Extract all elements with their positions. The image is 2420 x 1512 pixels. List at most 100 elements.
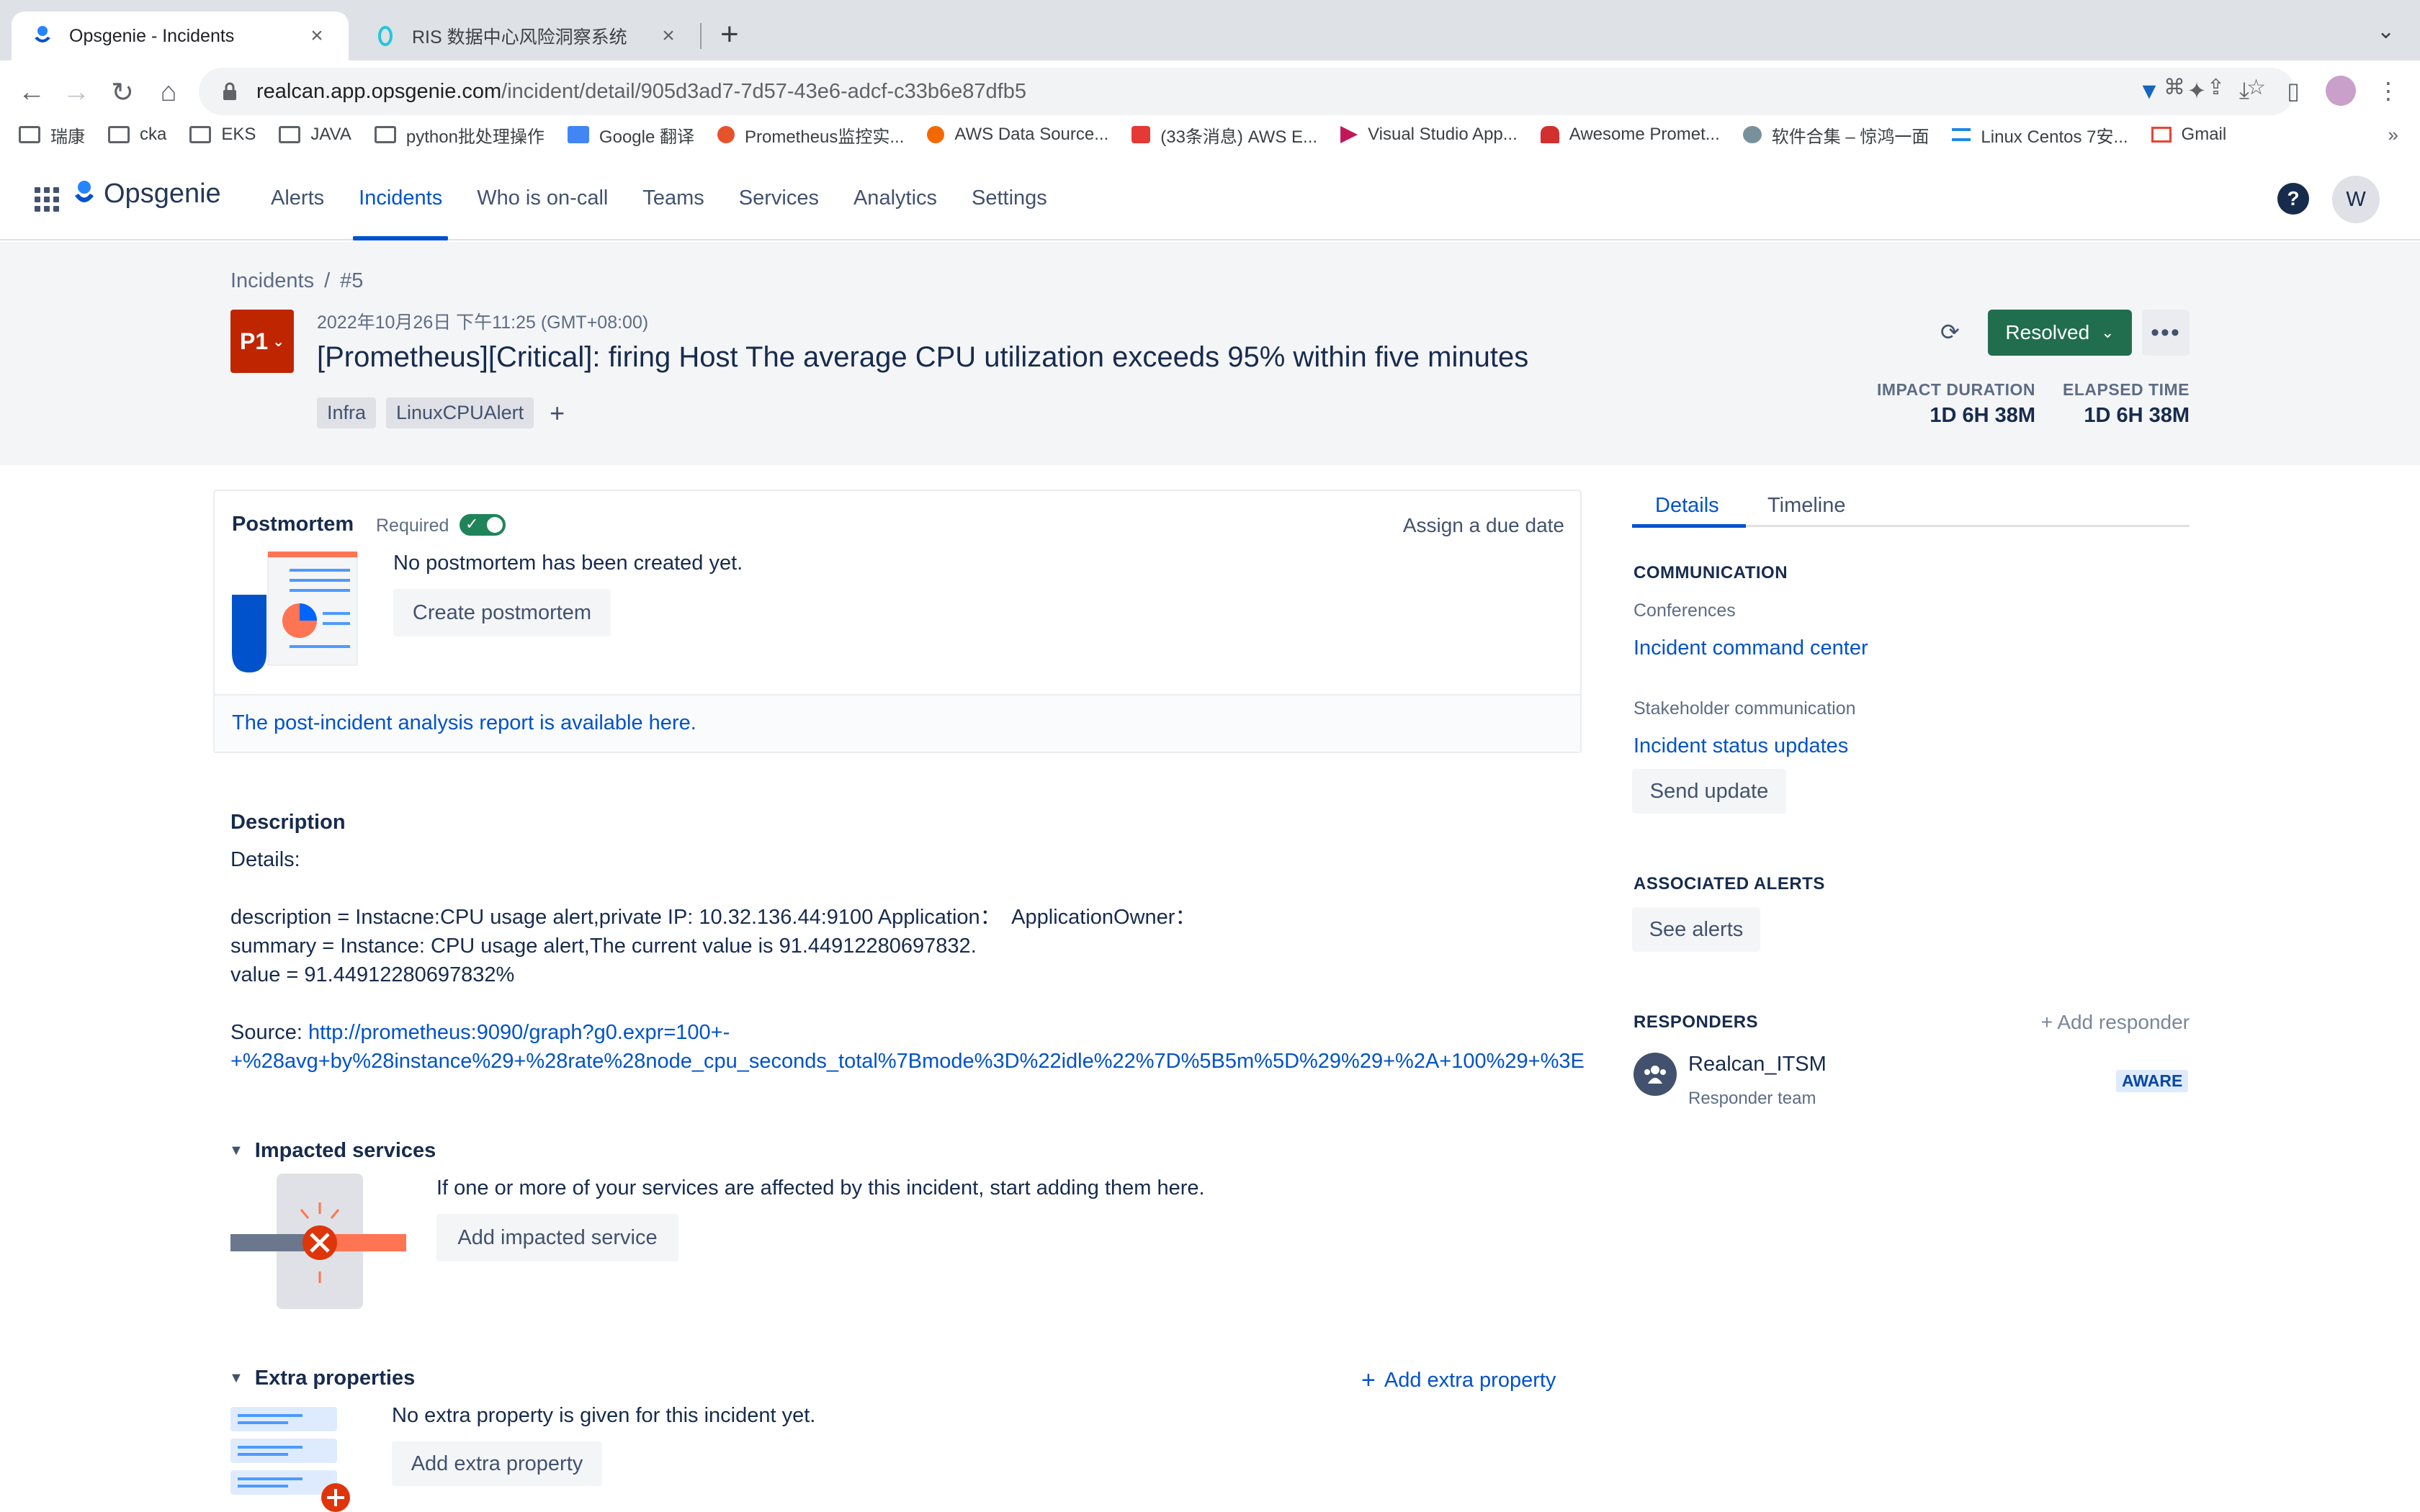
side-panel-icon[interactable]: ▯ bbox=[2272, 69, 2315, 112]
profile-avatar-icon[interactable] bbox=[2319, 69, 2362, 112]
source-link-continued[interactable]: +%28avg+by%28instance%29+%28rate%28node_… bbox=[230, 1050, 1585, 1073]
nav-teams[interactable]: Teams bbox=[625, 156, 721, 240]
more-actions-icon[interactable]: ••• bbox=[2142, 310, 2190, 356]
responder-name[interactable]: Realcan_ITSM bbox=[1688, 1053, 1827, 1076]
tab-search-chevron-icon[interactable]: ⌄ bbox=[2377, 19, 2395, 44]
postmortem-empty-message: No postmortem has been created yet. bbox=[393, 552, 743, 575]
reload-icon[interactable]: ↻ bbox=[101, 71, 144, 114]
postmortem-illustration bbox=[232, 551, 362, 674]
bookmark-item[interactable]: Visual Studio App... bbox=[1340, 125, 1518, 145]
elapsed-time: ELAPSED TIME 1D 6H 38M bbox=[2057, 380, 2190, 428]
active-tab-indicator bbox=[1632, 524, 1746, 528]
browser-menu-icon[interactable]: ⋮ bbox=[2367, 69, 2410, 112]
chevron-down-icon: ▼ bbox=[229, 1143, 243, 1158]
extra-properties-title: Extra properties bbox=[254, 1367, 416, 1390]
analysis-report-link[interactable]: The post-incident analysis report is ava… bbox=[232, 711, 696, 735]
impacted-services-toggle[interactable]: ▼ Impacted services bbox=[229, 1139, 436, 1163]
impact-duration-value: 1D 6H 38M bbox=[1930, 404, 2035, 427]
nav-settings[interactable]: Settings bbox=[954, 156, 1065, 240]
tab-details[interactable]: Details bbox=[1655, 494, 1719, 518]
nav-services[interactable]: Services bbox=[722, 156, 836, 240]
refresh-icon[interactable]: ⟳ bbox=[1940, 318, 1960, 346]
source-link[interactable]: http://prometheus:9090/graph?g0.expr=100… bbox=[308, 1021, 730, 1044]
folder-icon bbox=[108, 126, 130, 143]
bookmark-item[interactable]: AWS Data Source... bbox=[927, 125, 1108, 145]
back-icon[interactable]: ← bbox=[10, 71, 53, 114]
folder-icon bbox=[279, 126, 301, 143]
stakeholder-communication-label: Stakeholder communication bbox=[1634, 698, 1856, 719]
bookmark-item[interactable]: 瑞康 bbox=[19, 122, 85, 148]
address-bar[interactable]: realcan.app.opsgenie.com/incident/detail… bbox=[199, 68, 2295, 115]
send-update-button[interactable]: Send update bbox=[1632, 769, 1786, 814]
incident-command-center-link[interactable]: Incident command center bbox=[1634, 636, 1868, 660]
nav-who-is-on-call[interactable]: Who is on-call bbox=[460, 156, 625, 240]
create-postmortem-button[interactable]: Create postmortem bbox=[393, 589, 611, 636]
google-translate-icon bbox=[567, 126, 589, 143]
postmortem-footer: The post-incident analysis report is ava… bbox=[215, 694, 1580, 752]
extra-properties-toggle[interactable]: ▼ Extra properties bbox=[229, 1367, 415, 1390]
add-extra-property-link[interactable]: + Add extra property bbox=[1361, 1367, 1556, 1395]
nav-incidents[interactable]: Incidents bbox=[341, 156, 460, 240]
bookmark-item[interactable]: EKS bbox=[189, 125, 256, 145]
impact-duration: IMPACT DURATION 1D 6H 38M bbox=[1868, 380, 2035, 428]
extensions-puzzle-icon[interactable]: ✦ bbox=[2175, 69, 2218, 112]
bookmark-item[interactable]: Linux Centos 7安... bbox=[1952, 122, 2128, 148]
breadcrumb-incidents[interactable]: Incidents bbox=[230, 269, 314, 292]
sidebar-tabs: Details Timeline bbox=[1632, 490, 2190, 528]
tab-close-icon[interactable]: × bbox=[657, 24, 680, 48]
main-nav: Alerts Incidents Who is on-call Teams Se… bbox=[254, 156, 1065, 240]
breadcrumb-incident-id[interactable]: #5 bbox=[340, 269, 363, 292]
visual-studio-icon bbox=[1340, 126, 1358, 143]
tag-chip[interactable]: LinuxCPUAlert bbox=[386, 397, 534, 428]
nav-alerts[interactable]: Alerts bbox=[254, 156, 341, 240]
tab-title: Opsgenie - Incidents bbox=[69, 25, 235, 46]
bookmark-item[interactable]: 软件合集 – 惊鸿一面 bbox=[1742, 122, 1929, 148]
help-icon[interactable]: ? bbox=[2277, 183, 2309, 215]
home-icon[interactable]: ⌂ bbox=[147, 71, 190, 114]
bookmark-item[interactable]: Prometheus监控实... bbox=[717, 122, 904, 148]
browser-tab-ris[interactable]: RIS 数据中心风险洞察系统 × bbox=[354, 12, 700, 60]
incident-created-time: 2022年10月26日 下午11:25 (GMT+08:00) bbox=[317, 312, 649, 333]
breadcrumb-separator: / bbox=[324, 269, 331, 292]
see-alerts-button[interactable]: See alerts bbox=[1632, 907, 1760, 952]
bookmark-item[interactable]: python批处理操作 bbox=[374, 122, 544, 148]
bookmark-item[interactable]: (33条消息) AWS E... bbox=[1131, 122, 1317, 148]
add-responder-link[interactable]: + Add responder bbox=[2041, 1011, 2190, 1034]
app-switcher-icon[interactable] bbox=[35, 187, 59, 212]
status-dropdown-button[interactable]: Resolved ⌄ bbox=[1988, 310, 2132, 356]
tag-chip[interactable]: Infra bbox=[317, 397, 377, 428]
assign-due-date-link[interactable]: Assign a due date bbox=[1403, 514, 1564, 537]
browser-tab-opsgenie[interactable]: Opsgenie - Incidents × bbox=[12, 12, 349, 60]
opsgenie-logo[interactable]: Opsgenie bbox=[73, 179, 221, 210]
add-tag-icon[interactable]: + bbox=[550, 398, 565, 428]
bookmark-item[interactable]: Google 翻译 bbox=[567, 122, 694, 148]
folder-icon bbox=[19, 126, 40, 143]
user-avatar[interactable]: W bbox=[2332, 176, 2380, 223]
incident-status-updates-link[interactable]: Incident status updates bbox=[1634, 734, 1848, 758]
bookmark-item[interactable]: Awesome Promet... bbox=[1540, 125, 1720, 145]
chevron-down-icon: ▼ bbox=[229, 1370, 243, 1386]
bookmark-item[interactable]: JAVA bbox=[279, 125, 351, 145]
tab-close-icon[interactable]: × bbox=[305, 24, 328, 48]
chevron-down-icon: ⌄ bbox=[2101, 323, 2115, 341]
required-toggle[interactable]: ✓ bbox=[460, 514, 506, 536]
extension-v-icon[interactable]: ▼ bbox=[2128, 69, 2171, 112]
extra-properties-message: No extra property is given for this inci… bbox=[392, 1404, 816, 1427]
impacted-services-illustration bbox=[230, 1174, 406, 1310]
tab-timeline[interactable]: Timeline bbox=[1767, 494, 1846, 518]
app-header: Opsgenie Alerts Incidents Who is on-call… bbox=[0, 156, 2420, 240]
add-impacted-service-button[interactable]: Add impacted service bbox=[436, 1214, 678, 1261]
forward-icon[interactable]: → bbox=[55, 71, 98, 114]
new-tab-icon[interactable]: + bbox=[720, 17, 739, 52]
nav-analytics[interactable]: Analytics bbox=[836, 156, 954, 240]
bookmarks-overflow-icon[interactable]: » bbox=[2388, 124, 2398, 146]
ris-favicon-icon bbox=[375, 25, 396, 47]
priority-selector[interactable]: P1 ⌄ bbox=[230, 310, 294, 373]
tab-separator bbox=[700, 23, 702, 49]
add-extra-property-button[interactable]: Add extra property bbox=[392, 1441, 602, 1486]
download-icon[interactable]: ⤓ bbox=[2223, 69, 2266, 112]
bookmark-item[interactable]: Gmail bbox=[2151, 125, 2226, 145]
incident-tags: Infra LinuxCPUAlert + bbox=[317, 397, 565, 428]
bookmark-item[interactable]: cka bbox=[108, 125, 166, 145]
elapsed-time-value: 1D 6H 38M bbox=[2084, 404, 2190, 427]
